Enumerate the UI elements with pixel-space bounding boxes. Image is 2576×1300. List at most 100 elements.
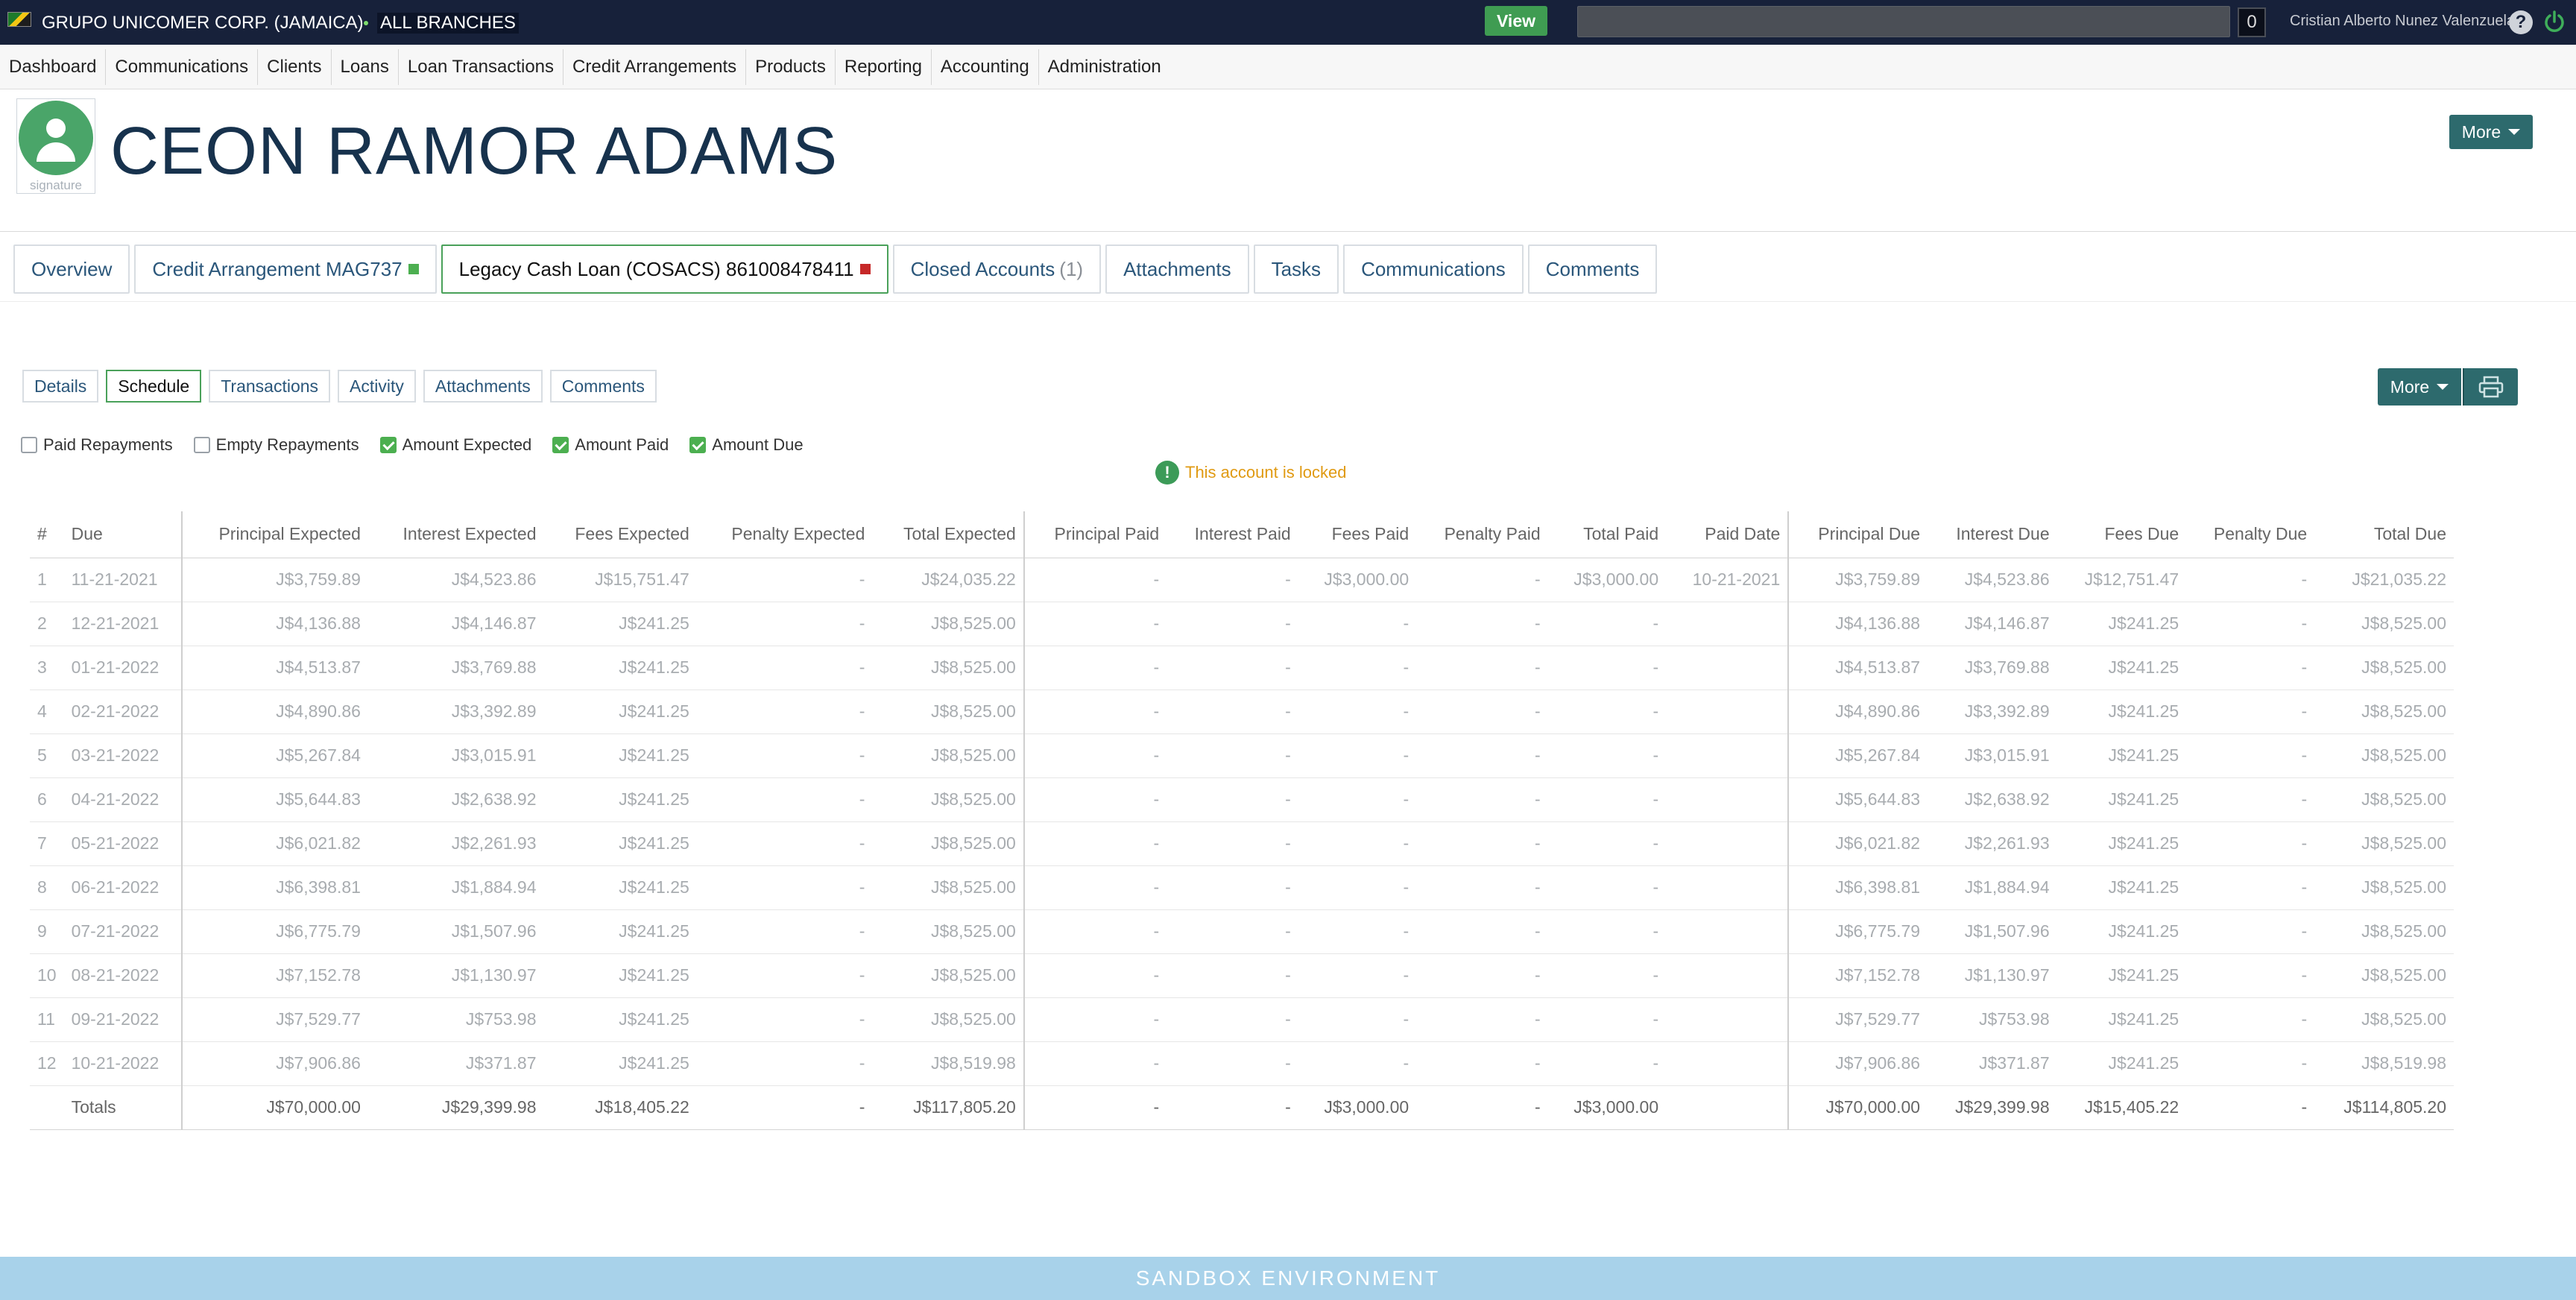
table-row: 9 07-21-2022 J$6,775.79 J$1,507.96 J$241.25-…: [30, 909, 2454, 954]
table-row: 4 02-21-2022 J$4,890.86 J$3,392.89 J$241.25-…: [30, 690, 2454, 734]
cell-total-expected: J$8,525.00: [872, 865, 1025, 910]
cell-due-date: 11-21-2021: [63, 558, 183, 602]
nav-administration[interactable]: Administration: [1039, 49, 1170, 85]
tab-tasks[interactable]: Tasks: [1253, 244, 1339, 294]
cell-total-due: J$114,805.20: [2314, 1085, 2454, 1130]
chevron-down-icon: [2437, 384, 2449, 390]
subtab-schedule[interactable]: Schedule: [106, 370, 202, 403]
cell-paid-date: [1666, 602, 1790, 646]
cell-total-due: J$8,525.00: [2314, 821, 2454, 866]
cell-interest-due: J$3,769.88: [1928, 646, 2057, 690]
power-icon[interactable]: [2542, 9, 2567, 34]
print-button[interactable]: [2463, 368, 2518, 406]
cell-penalty-paid: -: [1416, 865, 1548, 910]
cell-interest-paid: -: [1167, 1041, 1298, 1086]
cell-total-due: J$8,525.00: [2314, 909, 2454, 954]
cell-fees-expected: J$241.25: [543, 602, 697, 646]
tab-closed-label: Closed Accounts: [910, 257, 1055, 280]
cell-penalty-expected: -: [696, 646, 873, 690]
filter-paid-repayments[interactable]: Paid Repayments: [21, 435, 173, 455]
filter-amount-expected[interactable]: Amount Expected: [379, 435, 531, 455]
cell-interest-due: J$3,015.91: [1928, 733, 2057, 778]
tab-legacy-cash-loan[interactable]: Legacy Cash Loan (COSACS) 861008478411: [441, 244, 888, 294]
nav-accounting[interactable]: Accounting: [932, 48, 1039, 85]
client-name: CEON RAMOR ADAMS: [110, 114, 839, 189]
cell-total-paid: J$3,000.00: [1547, 558, 1667, 602]
help-icon[interactable]: ?: [2509, 10, 2533, 34]
tab-attachments[interactable]: Attachments: [1105, 244, 1249, 294]
tab-closed-accounts[interactable]: Closed Accounts (1): [892, 244, 1102, 294]
tab-legacy-label: Legacy Cash Loan (COSACS) 861008478411: [458, 257, 854, 280]
tab-comments[interactable]: Comments: [1527, 244, 1658, 294]
cell-principal-due: J$6,398.81: [1788, 865, 1928, 910]
tab-communications[interactable]: Communications: [1343, 244, 1524, 294]
cell-fees-paid: -: [1298, 602, 1417, 646]
checkbox[interactable]: [193, 437, 210, 453]
nav-communications[interactable]: Communications: [106, 48, 259, 85]
subtab-attachments[interactable]: Attachments: [423, 370, 543, 403]
branch-selector[interactable]: ALL BRANCHES: [377, 13, 519, 34]
cell-penalty-expected: -: [696, 602, 873, 646]
cell-total-expected: J$8,525.00: [872, 909, 1025, 954]
cell-number: 1: [30, 558, 64, 602]
cell-penalty-expected: -: [696, 997, 873, 1042]
client-more-button[interactable]: More: [2449, 115, 2533, 149]
cell-principal-paid: -: [1023, 733, 1167, 778]
nav-loans[interactable]: Loans: [332, 48, 399, 85]
nav-credit-arrangements[interactable]: Credit Arrangements: [564, 48, 747, 85]
cell-interest-expected: J$753.98: [367, 997, 544, 1042]
checkbox-checked[interactable]: [379, 437, 397, 453]
nav-dashboard[interactable]: Dashboard: [0, 48, 107, 85]
user-name[interactable]: Cristian Alberto Nunez Valenzuela: [2290, 13, 2515, 30]
filter-amount-paid-label: Amount Paid: [575, 435, 669, 454]
cell-penalty-expected: -: [696, 1041, 873, 1086]
schedule-more-button[interactable]: More: [2378, 368, 2461, 406]
nav-clients[interactable]: Clients: [258, 48, 332, 85]
notification-count[interactable]: 0: [2238, 7, 2266, 37]
nav-products[interactable]: Products: [746, 48, 836, 85]
cell-total-due: J$8,525.00: [2314, 865, 2454, 910]
cell-penalty-due: -: [2186, 777, 2315, 822]
checkbox-checked[interactable]: [552, 437, 569, 453]
tab-overview[interactable]: Overview: [13, 244, 130, 294]
cell-fees-due: J$241.25: [2056, 865, 2187, 910]
subtab-transactions[interactable]: Transactions: [209, 370, 331, 403]
tab-credit-arrangement[interactable]: Credit Arrangement MAG737: [134, 244, 437, 294]
col-penalty-due: Penalty Due: [2186, 511, 2315, 558]
checkbox[interactable]: [21, 437, 37, 453]
checkbox-checked[interactable]: [689, 437, 707, 453]
subtab-activity[interactable]: Activity: [338, 370, 416, 403]
cell-penalty-due: -: [2186, 1041, 2315, 1086]
tab-credit-label: Credit Arrangement MAG737: [152, 257, 402, 280]
subtab-comments[interactable]: Comments: [549, 370, 657, 403]
filter-amount-due[interactable]: Amount Due: [689, 435, 804, 455]
col-fees-paid: Fees Paid: [1298, 511, 1417, 558]
cell-fees-due: J$241.25: [2056, 909, 2187, 954]
cell-penalty-expected: -: [696, 558, 873, 602]
cell-fees-expected: J$241.25: [543, 953, 697, 998]
avatar-box[interactable]: signature: [16, 98, 95, 194]
cell-total-paid: -: [1547, 865, 1667, 910]
view-button[interactable]: View: [1485, 6, 1547, 36]
filter-amount-paid[interactable]: Amount Paid: [552, 435, 669, 455]
nav-loan-transactions[interactable]: Loan Transactions: [399, 48, 564, 85]
subtab-details[interactable]: Details: [22, 370, 99, 403]
cell-interest-paid: -: [1167, 646, 1298, 690]
cell-total-due: J$8,525.00: [2314, 733, 2454, 778]
schedule-body: 1 11-21-2021 J$3,759.89 J$4,523.86 J$15,751.…: [30, 558, 2454, 1130]
nav-reporting[interactable]: Reporting: [836, 48, 932, 85]
lock-notice: ! This account is locked: [1155, 461, 1346, 485]
cell-number: 3: [30, 646, 64, 690]
cell-fees-due: J$241.25: [2056, 646, 2187, 690]
cell-paid-date: [1666, 865, 1790, 910]
schedule-more-label: More: [2390, 376, 2430, 397]
cell-penalty-expected: -: [696, 909, 873, 954]
cell-principal-expected: J$5,267.84: [181, 733, 368, 778]
search-input[interactable]: [1577, 6, 2230, 37]
filter-empty-repayments[interactable]: Empty Repayments: [193, 435, 359, 455]
status-active-icon: [408, 264, 419, 274]
cell-interest-due: J$3,392.89: [1928, 690, 2057, 734]
cell-interest-paid: -: [1167, 997, 1298, 1042]
cell-due-date: 07-21-2022: [63, 909, 183, 954]
cell-penalty-due: -: [2186, 690, 2315, 734]
